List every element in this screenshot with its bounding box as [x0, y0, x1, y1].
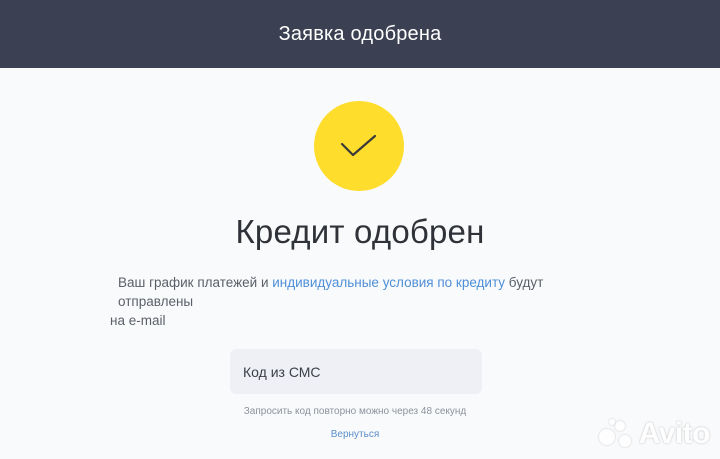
success-badge [314, 101, 404, 191]
info-text-start: Ваш график платежей и [118, 275, 273, 290]
avito-logo-icon [598, 419, 635, 449]
sms-code-input[interactable] [230, 349, 482, 394]
watermark-text: Avito [638, 417, 711, 450]
individual-conditions-link[interactable]: индивидуальные условия по кредиту [272, 275, 505, 290]
resend-timer-text: Запросить код повторно можно через 48 се… [243, 406, 467, 417]
page-header: Заявка одобрена [0, 0, 720, 68]
avito-watermark: Avito [598, 417, 711, 451]
checkmark-icon [340, 134, 377, 157]
info-text-email: на e-mail [110, 313, 166, 328]
header-title: Заявка одобрена [278, 22, 442, 45]
info-message: Ваш график платежей и индивидуальные усл… [110, 273, 620, 330]
page-title: Кредит одобрен [235, 213, 485, 250]
